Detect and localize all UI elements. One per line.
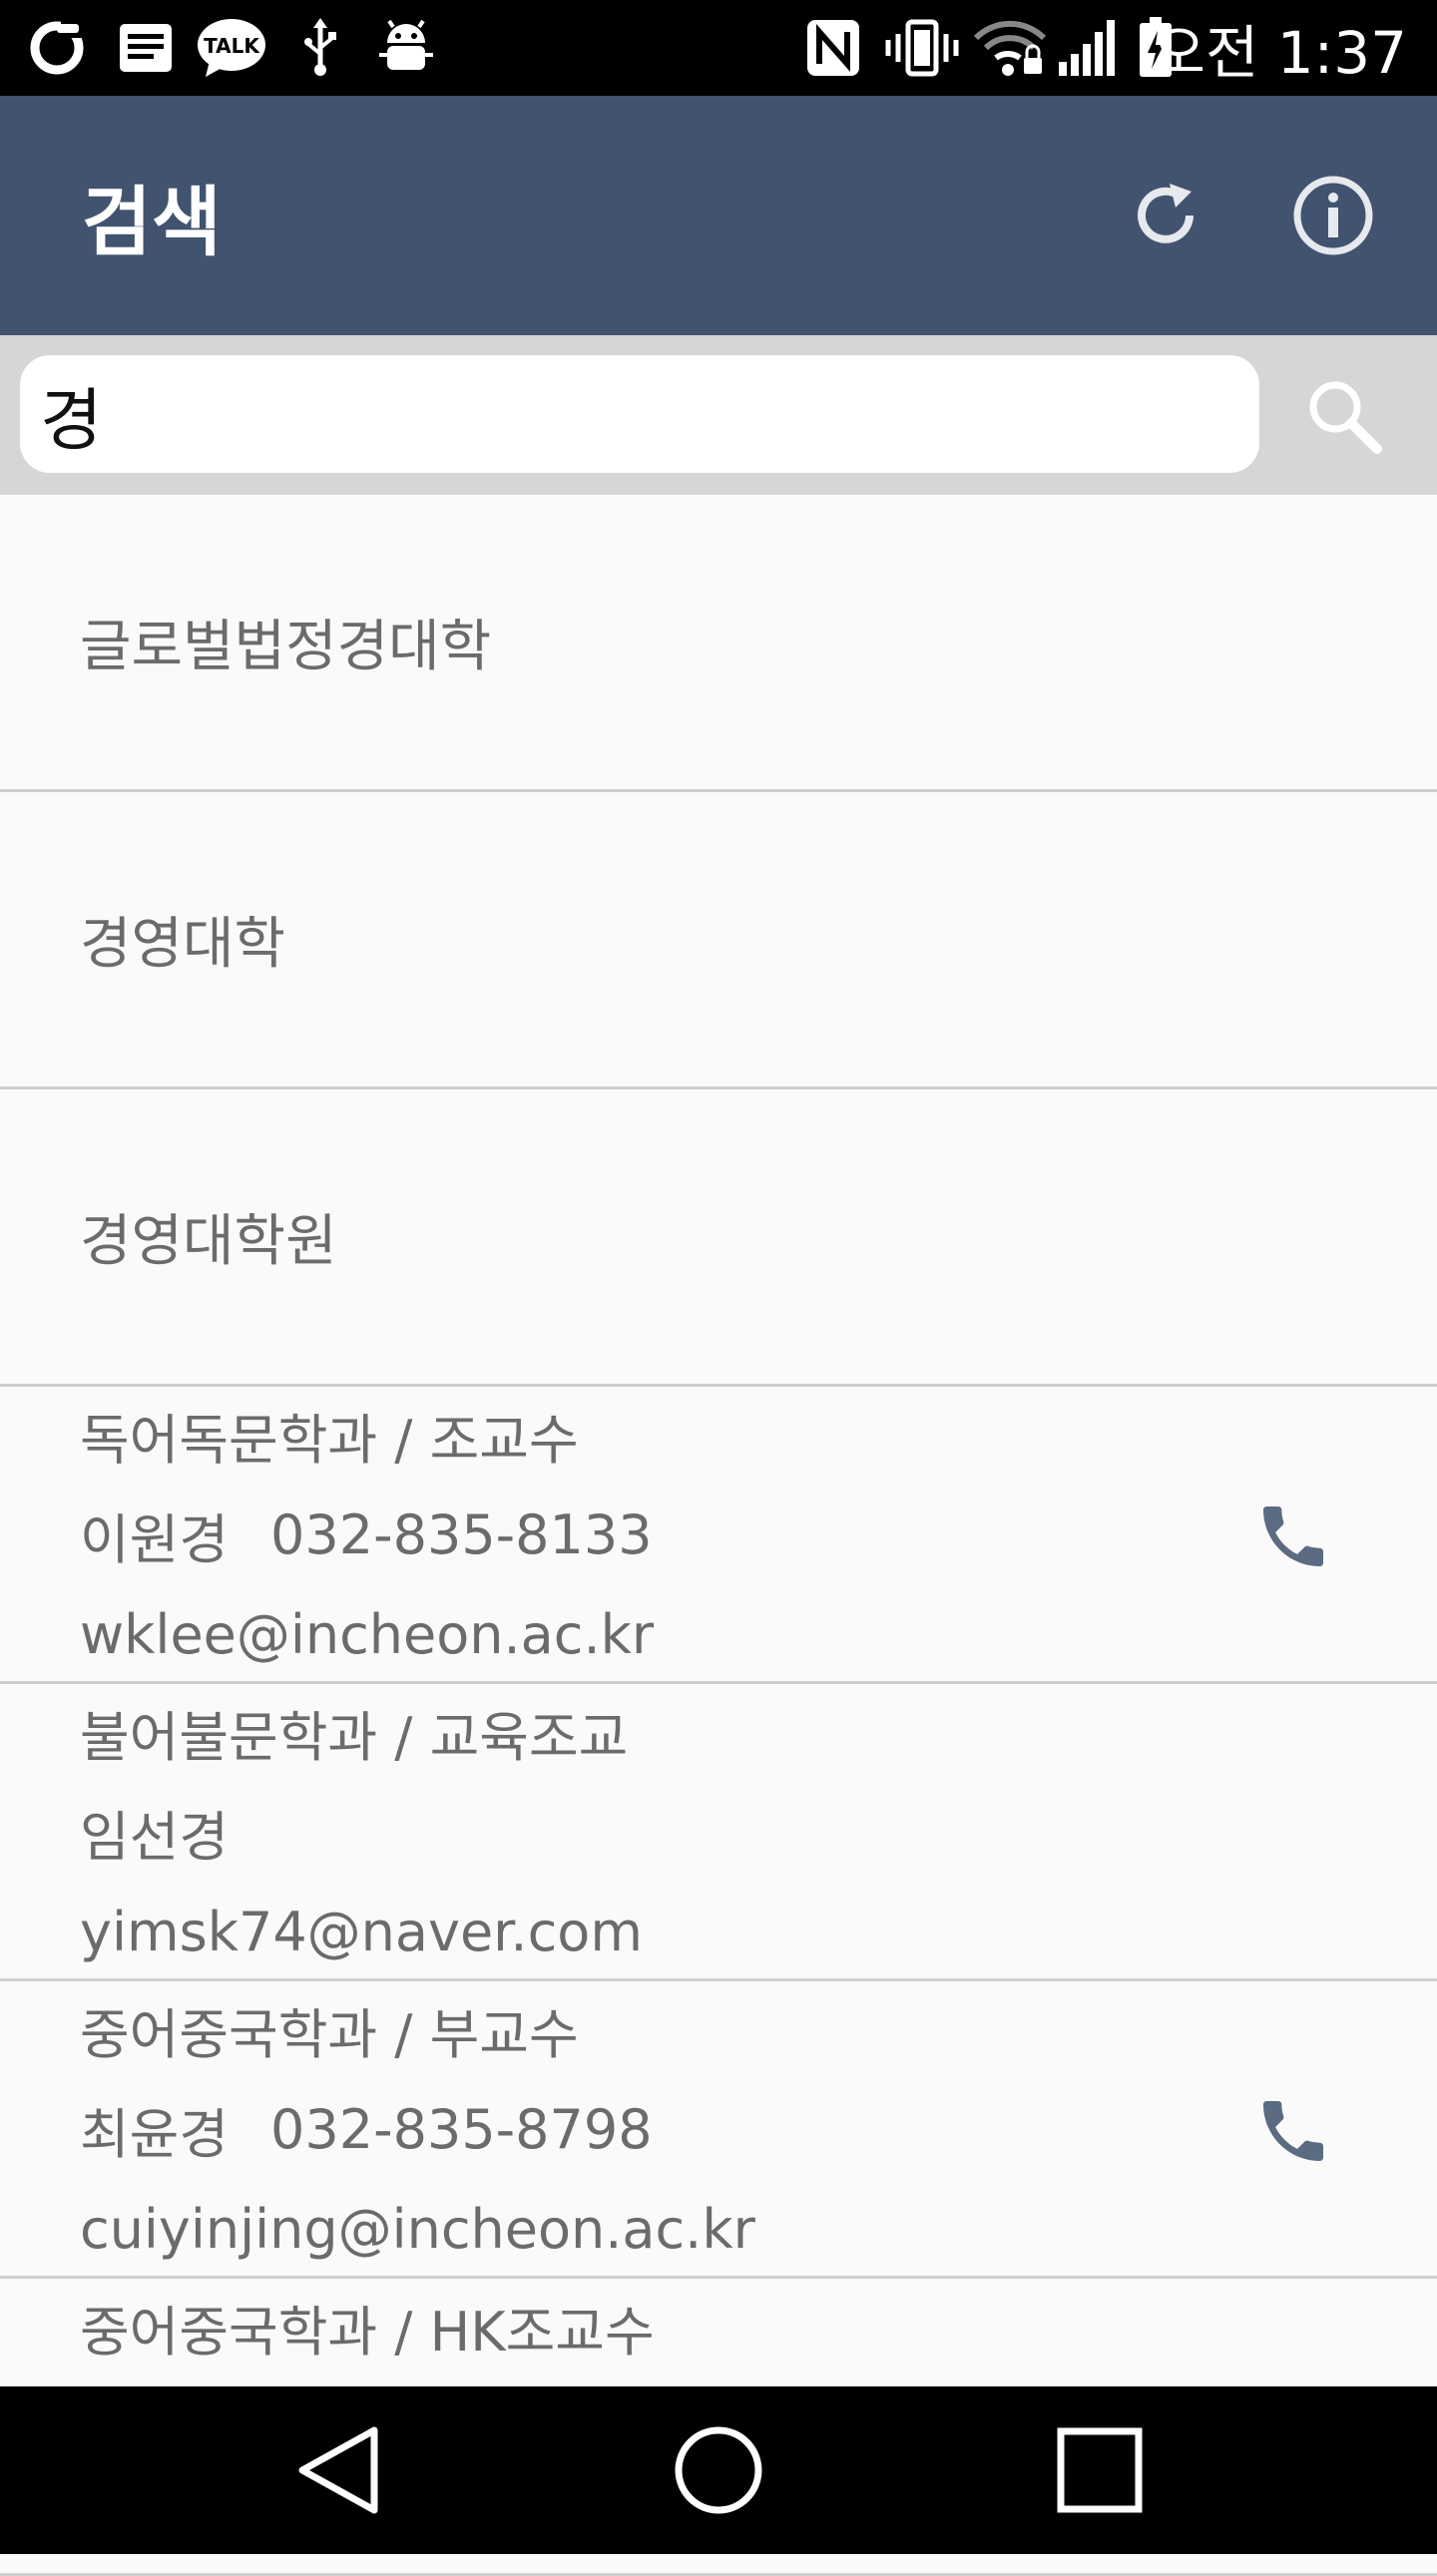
list-item-person[interactable]: 독어독문학과 / 조교수 이원경 032-835-8133 wklee@inche… [0, 1387, 1437, 1684]
list-item-person[interactable]: 중어중국학과 / 부교수 최윤경 032-835-8798 cuiyinjing@… [0, 1981, 1437, 2279]
department-role: 중어중국학과 / HK조교수 [80, 2300, 655, 2363]
list-item-category[interactable]: 글로벌법정경대학 [0, 495, 1437, 792]
info-icon [1293, 176, 1373, 255]
category-label: 글로벌법정경대학 [80, 615, 492, 679]
vibrate-icon [884, 18, 960, 78]
search-icon [1309, 381, 1382, 454]
phone-number: 032-835-8133 [270, 1503, 653, 1566]
kakaotalk-icon: TALK [196, 18, 267, 78]
info-button[interactable] [1283, 166, 1383, 265]
department-role: 중어중국학과 / 부교수 [80, 2002, 579, 2066]
results-list: 글로벌법정경대학 경영대학 경영대학원 독어독문학과 / 조교수 이원경 032-… [0, 495, 1437, 2576]
list-item-category[interactable]: 경영대학 [0, 792, 1437, 1089]
nfc-icon [804, 18, 862, 78]
refresh-button[interactable] [1116, 166, 1215, 265]
name-phone: 최윤경 032-835-8798 [80, 2089, 653, 2169]
search-bar [0, 335, 1437, 495]
recents-icon [1057, 2427, 1143, 2513]
phone-icon [1263, 2101, 1323, 2161]
refresh-icon [1138, 184, 1194, 243]
list-item-person[interactable]: 불어불문학과 / 교육조교 임선경 yimsk74@naver.com [0, 1684, 1437, 1981]
wifi-icon [974, 18, 1046, 78]
email: wklee@incheon.ac.kr [80, 1602, 655, 1666]
recents-button[interactable] [1030, 2410, 1170, 2530]
app-bar: 검색 [0, 96, 1437, 335]
person-name: 이원경 [80, 1507, 230, 1571]
email: yimsk74@naver.com [80, 1900, 643, 1963]
search-button[interactable] [1293, 365, 1393, 465]
phone-icon [1263, 1506, 1323, 1566]
search-input[interactable] [20, 355, 1259, 473]
department-role: 독어독문학과 / 조교수 [80, 1408, 579, 1472]
talk-text: TALK [204, 34, 260, 58]
page-title: 검색 [82, 178, 222, 266]
back-icon [298, 2426, 378, 2514]
signal-icon [1056, 18, 1118, 78]
category-label: 경영대학원 [80, 1209, 337, 1274]
name-phone: 이원경 032-835-8133 [80, 1495, 653, 1574]
category-label: 경영대학 [80, 912, 286, 977]
back-button[interactable] [269, 2410, 409, 2530]
home-icon [675, 2426, 762, 2514]
status-time: 오전 1:37 [1152, 19, 1407, 87]
message-icon [116, 18, 176, 78]
name-phone: 임선경 [80, 1792, 229, 1872]
list-item-category[interactable]: 경영대학원 [0, 1089, 1437, 1387]
call-button[interactable] [1243, 2081, 1343, 2181]
email: cuiyinjing@incheon.ac.kr [80, 2197, 755, 2261]
person-name: 최윤경 [80, 2102, 230, 2166]
person-name: 임선경 [80, 1805, 230, 1869]
home-button[interactable] [649, 2410, 788, 2530]
notification-o-icon [24, 18, 90, 78]
android-debug-icon [375, 18, 437, 78]
status-bar: TALK 오전 1:37 [0, 0, 1437, 96]
call-button[interactable] [1243, 1487, 1343, 1586]
usb-icon [295, 18, 345, 78]
phone-number: 032-835-8798 [270, 2097, 653, 2161]
navigation-bar [0, 2386, 1437, 2554]
department-role: 불어불문학과 / 교육조교 [80, 1705, 629, 1769]
